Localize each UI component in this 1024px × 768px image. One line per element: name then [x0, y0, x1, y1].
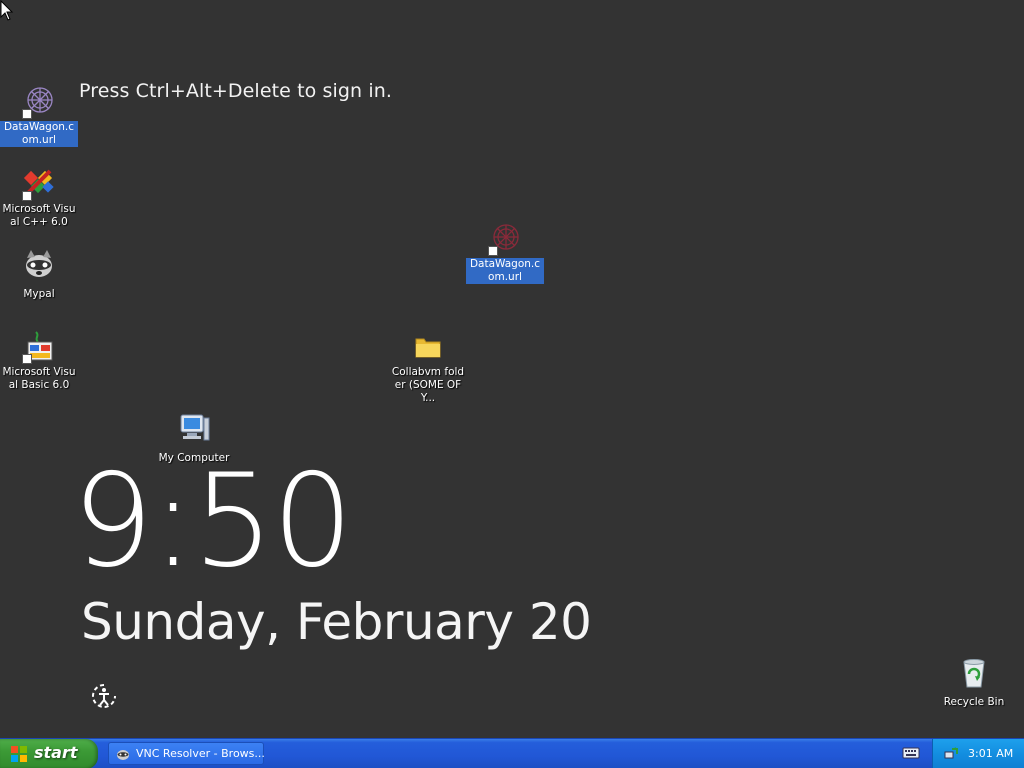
lock-screen-date: Sunday, February 20 [81, 593, 592, 651]
mypal-icon [117, 750, 129, 760]
taskbar: start VNC Resolver - Brows... 3:01 AM [0, 738, 1024, 768]
shortcut-arrow-icon [22, 109, 32, 119]
shortcut-arrow-icon [22, 191, 32, 201]
visual-cpp-icon [22, 167, 56, 201]
shortcut-arrow-icon [488, 246, 498, 256]
visual-basic-icon [22, 330, 56, 364]
icon-label: Microsoft Visual Basic 6.0 [2, 366, 76, 391]
ease-of-access-icon[interactable] [90, 682, 118, 710]
icon-label: DataWagon.com.url [0, 121, 78, 147]
icon-label: Mypal [23, 288, 55, 300]
desktop-icon-recycle-bin[interactable]: Recycle Bin [935, 656, 1013, 709]
folder-icon [411, 330, 445, 364]
desktop-icon-visual-basic[interactable]: Microsoft Visual Basic 6.0 [0, 330, 78, 392]
mouse-cursor-icon [0, 0, 14, 21]
start-button[interactable]: start [0, 739, 98, 768]
my-computer-icon [177, 412, 211, 446]
system-tray: 3:01 AM [932, 739, 1024, 768]
icon-label: Recycle Bin [943, 696, 1005, 708]
icon-label: Microsoft Visual C++ 6.0 [2, 203, 76, 228]
datawagon-url-icon [22, 85, 56, 119]
shortcut-arrow-icon [22, 354, 32, 364]
desktop-icon-collabvm-folder[interactable]: Collabvm folder (SOME OF Y... [389, 330, 467, 405]
start-label: start [34, 743, 78, 762]
recycle-bin-icon [957, 656, 991, 690]
windows-logo-icon [11, 746, 27, 762]
desktop-icon-datawagon-2[interactable]: DataWagon.com.url [466, 222, 544, 284]
taskbar-clock[interactable]: 3:01 AM [968, 747, 1013, 760]
desktop-icon-mypal[interactable]: Mypal [0, 248, 78, 301]
sign-in-prompt: Press Ctrl+Alt+Delete to sign in. [79, 80, 392, 102]
icon-label: DataWagon.com.url [466, 258, 544, 284]
network-icon[interactable] [943, 746, 959, 762]
lock-screen-time: 9:50 [72, 447, 353, 596]
taskbar-item-label: VNC Resolver - Brows... [136, 747, 265, 760]
desktop-icon-datawagon[interactable]: DataWagon.com.url [0, 85, 78, 147]
desktop-icon-visual-cpp[interactable]: Microsoft Visual C++ 6.0 [0, 167, 78, 229]
taskbar-item-vnc-resolver[interactable]: VNC Resolver - Brows... [108, 742, 265, 765]
icon-label: Collabvm folder (SOME OF Y... [391, 366, 465, 404]
keyboard-icon[interactable] [902, 746, 920, 760]
datawagon-url-icon [488, 222, 522, 256]
desktop: Press Ctrl+Alt+Delete to sign in. DataWa… [0, 0, 1024, 738]
mypal-icon [22, 248, 56, 282]
